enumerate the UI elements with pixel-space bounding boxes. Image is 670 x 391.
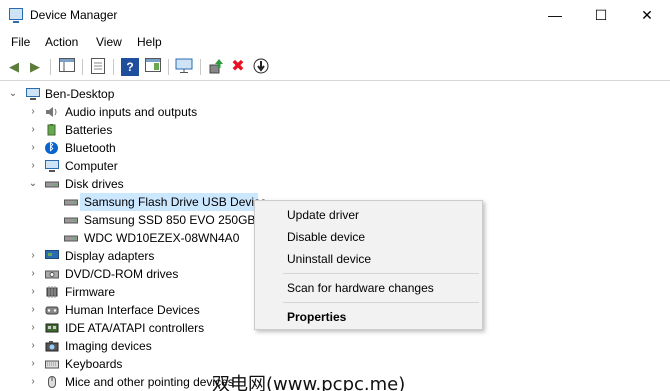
tree-item-label: Samsung Flash Drive USB Device — [84, 195, 267, 209]
device-manager-app-icon — [9, 8, 23, 23]
back-arrow-icon[interactable]: ◀ — [5, 58, 23, 76]
monitor-icon[interactable] — [175, 58, 193, 76]
tree-item-label: Batteries — [65, 123, 113, 137]
chevron-right-icon[interactable]: › — [27, 373, 39, 391]
toolbar-separator — [113, 59, 114, 75]
uninstall-icon[interactable]: ✖ — [229, 58, 247, 76]
camera-icon — [45, 340, 59, 352]
toolbar-separator — [168, 59, 169, 75]
tree-item-label: Computer — [65, 159, 118, 173]
tree-item-label: Imaging devices — [65, 339, 152, 353]
context-separator — [283, 302, 479, 303]
toolbar: ◀ ▶ ? ✖ — [0, 53, 670, 81]
disk-drive-icon — [64, 214, 78, 226]
chevron-right-icon[interactable]: › — [27, 283, 39, 301]
toolbar-separator — [200, 59, 201, 75]
maximize-button[interactable]: ☐ — [578, 0, 624, 31]
chevron-down-icon[interactable]: ⌄ — [7, 85, 19, 103]
chevron-right-icon[interactable]: › — [27, 157, 39, 175]
chevron-right-icon[interactable]: › — [27, 247, 39, 265]
tree-item-label: Display adapters — [65, 249, 155, 263]
tree-item-label: DVD/CD-ROM drives — [65, 267, 179, 281]
context-uninstall-device[interactable]: Uninstall device — [287, 252, 371, 266]
chevron-right-icon[interactable]: › — [27, 301, 39, 319]
action-pane-icon[interactable] — [144, 58, 162, 76]
firmware-icon — [45, 286, 58, 298]
dvd-icon — [45, 268, 59, 280]
tree-root[interactable]: ⌄ Ben-Desktop — [0, 85, 300, 103]
chevron-right-icon[interactable]: › — [27, 355, 39, 373]
context-scan-hardware[interactable]: Scan for hardware changes — [287, 281, 434, 295]
show-hide-console-tree-icon[interactable] — [58, 58, 76, 76]
update-driver-icon[interactable] — [207, 58, 225, 76]
tree-item-label: Disk drives — [65, 177, 124, 191]
chevron-right-icon[interactable]: › — [27, 121, 39, 139]
toolbar-separator — [50, 59, 51, 75]
computer-icon — [26, 88, 40, 100]
tree-item-label: Keyboards — [65, 357, 123, 371]
title-bar: Device Manager — ☐ ✕ — [0, 0, 670, 31]
tree-item-label: WDC WD10EZEX-08WN4A0 — [84, 231, 240, 245]
tree-item-label: Audio inputs and outputs — [65, 105, 198, 119]
tree-item-computer[interactable]: › Computer — [0, 157, 300, 175]
display-adapter-icon — [45, 250, 59, 262]
chevron-right-icon[interactable]: › — [27, 139, 39, 157]
tree-item-disk-drives[interactable]: ⌄ Disk drives — [0, 175, 300, 193]
context-properties[interactable]: Properties — [287, 310, 346, 324]
chevron-down-icon[interactable]: ⌄ — [27, 175, 39, 193]
download-icon[interactable] — [252, 58, 270, 76]
close-button[interactable]: ✕ — [624, 0, 670, 31]
tree-item-imaging-devices[interactable]: › Imaging devices — [0, 337, 300, 355]
hid-icon — [45, 304, 59, 316]
tree-item-label: Mice and other pointing devices — [65, 375, 234, 389]
menu-help[interactable]: Help — [137, 35, 162, 49]
chevron-right-icon[interactable]: › — [27, 337, 39, 355]
context-update-driver[interactable]: Update driver — [287, 208, 359, 222]
menu-bar: File Action View Help — [0, 31, 670, 53]
help-icon[interactable]: ? — [121, 58, 139, 76]
keyboard-icon — [45, 358, 59, 370]
computer-icon — [45, 160, 59, 172]
context-menu: Update driver Disable device Uninstall d… — [254, 200, 483, 330]
tree-item-label: IDE ATA/ATAPI controllers — [65, 321, 205, 335]
menu-file[interactable]: File — [11, 35, 30, 49]
ide-controller-icon — [45, 322, 59, 334]
window-title: Device Manager — [30, 8, 118, 22]
toolbar-separator — [82, 59, 83, 75]
tree-item-bluetooth[interactable]: › ᛒ Bluetooth — [0, 139, 300, 157]
tree-item-label: Bluetooth — [65, 141, 116, 155]
context-separator — [283, 273, 479, 274]
chevron-right-icon[interactable]: › — [27, 319, 39, 337]
tree-item-label: Samsung SSD 850 EVO 250GB — [84, 213, 256, 227]
mouse-icon — [45, 376, 58, 388]
chevron-right-icon[interactable]: › — [27, 103, 39, 121]
menu-view[interactable]: View — [96, 35, 122, 49]
minimize-button[interactable]: — — [532, 0, 578, 31]
chevron-right-icon[interactable]: › — [27, 265, 39, 283]
context-disable-device[interactable]: Disable device — [287, 230, 365, 244]
forward-arrow-icon[interactable]: ▶ — [26, 58, 44, 76]
properties-icon[interactable] — [89, 58, 107, 76]
disk-drive-icon — [64, 232, 78, 244]
tree-root-label: Ben-Desktop — [45, 87, 115, 101]
battery-icon — [45, 124, 58, 136]
tree-item-label: Human Interface Devices — [65, 303, 200, 317]
tree-item-audio[interactable]: › Audio inputs and outputs — [0, 103, 300, 121]
tree-item-batteries[interactable]: › Batteries — [0, 121, 300, 139]
disk-drive-icon — [45, 178, 59, 190]
menu-action[interactable]: Action — [45, 35, 78, 49]
disk-drive-icon — [64, 196, 78, 208]
bluetooth-icon: ᛒ — [45, 142, 58, 154]
tree-item-label: Firmware — [65, 285, 115, 299]
watermark: 双电网(www.pcpc.me) — [212, 374, 406, 391]
speaker-icon — [45, 106, 58, 118]
